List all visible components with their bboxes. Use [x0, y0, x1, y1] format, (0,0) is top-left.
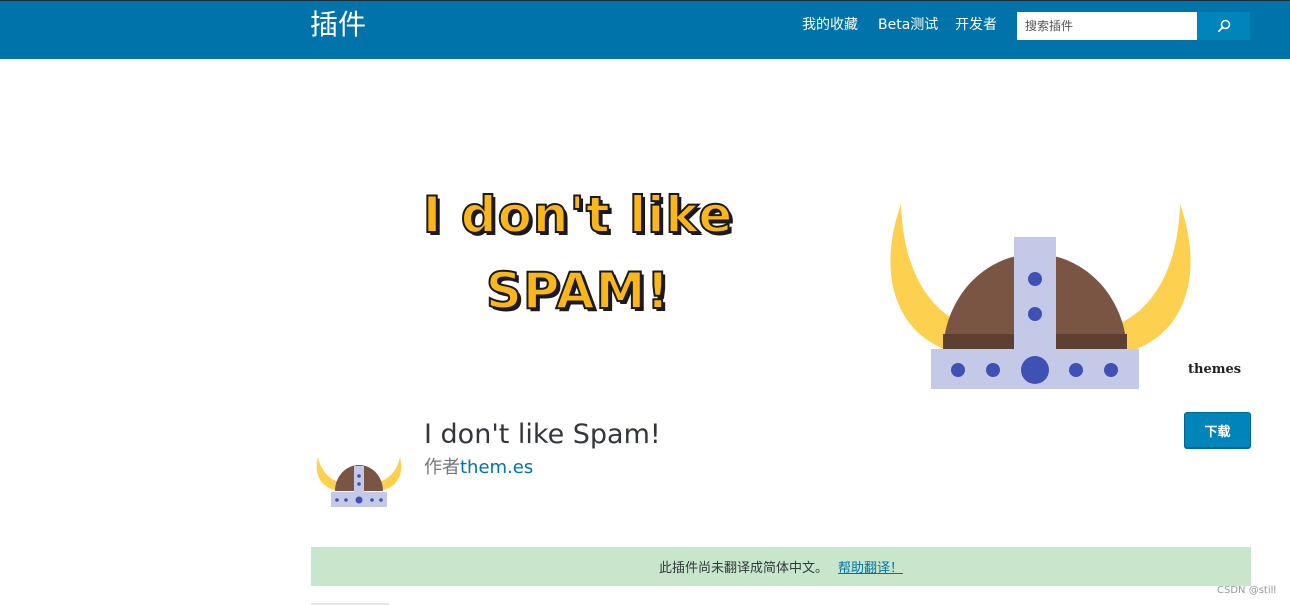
download-button[interactable]: 下载 — [1184, 412, 1251, 448]
banner-line-1: I don't like — [422, 185, 734, 245]
nav-beta-link[interactable]: Beta测试 — [878, 15, 938, 35]
nav-developers-link[interactable]: 开发者 — [955, 15, 997, 35]
plugin-byline: 作者them.es — [424, 456, 533, 480]
nav-favorites-link[interactable]: 我的收藏 — [802, 15, 858, 35]
search-icon — [1217, 19, 1230, 33]
plugin-icon — [316, 457, 402, 507]
notice-text: 此插件尚未翻译成简体中文。 — [658, 561, 828, 576]
help-translate-link[interactable]: 帮助翻译！ — [838, 557, 903, 576]
watermark: CSDN @still — [1217, 585, 1277, 596]
viking-helmet-icon — [890, 204, 1191, 389]
nav-beta[interactable]: Beta测试 — [878, 15, 938, 35]
plugin-title: I don't like Spam! — [424, 419, 661, 450]
byline-prefix: 作者 — [424, 457, 460, 478]
banner-headline: I don't like SPAM! — [403, 177, 753, 329]
nav-favorites[interactable]: 我的收藏 — [802, 15, 858, 35]
plugin-banner: I don't like SPAM! themes — [311, 59, 1251, 391]
nav-developers[interactable]: 开发者 — [955, 15, 997, 35]
author-link[interactable]: them.es — [460, 457, 533, 478]
search-form — [1017, 12, 1250, 40]
section-title[interactable]: 插件 — [310, 7, 366, 43]
translation-notice: 此插件尚未翻译成简体中文。 帮助翻译！ — [311, 547, 1251, 586]
brand-mark: themes — [1188, 362, 1242, 377]
search-button[interactable] — [1197, 12, 1250, 40]
banner-line-2: SPAM! — [485, 261, 671, 321]
search-input[interactable] — [1017, 12, 1197, 40]
top-bar: 插件 我的收藏 Beta测试 开发者 — [0, 0, 1290, 59]
